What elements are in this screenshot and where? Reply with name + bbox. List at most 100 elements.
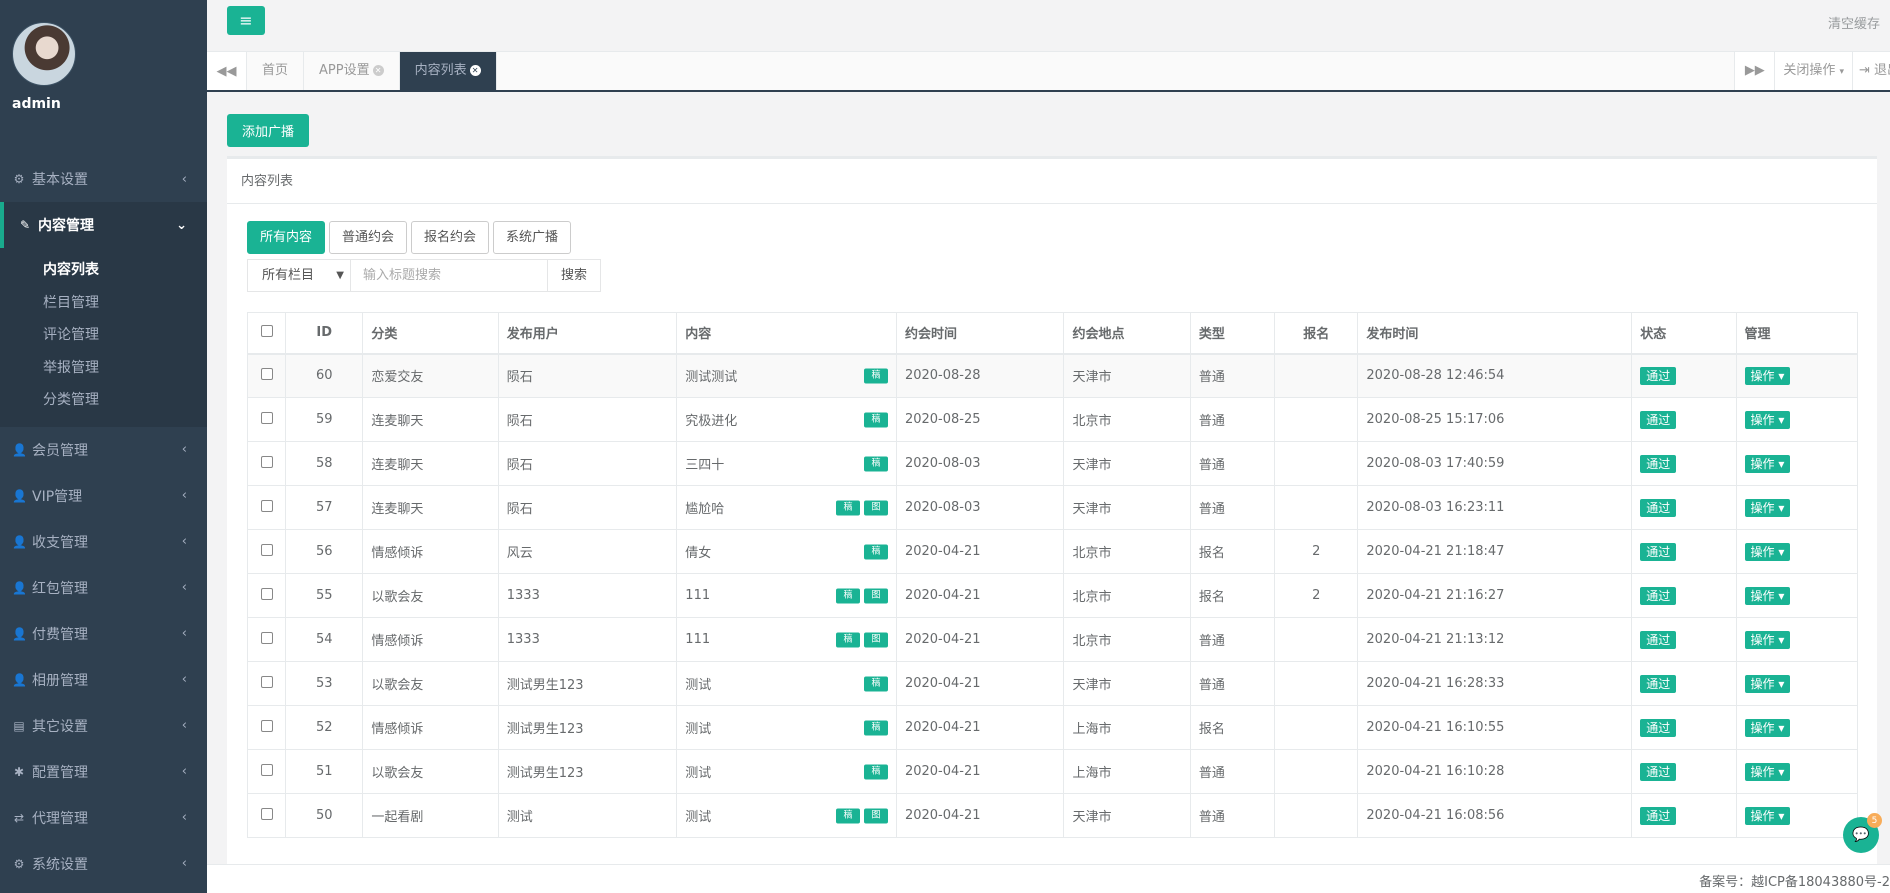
date-cell: 2020-04-21	[895, 749, 1065, 794]
sidebar-item-label: 收支管理	[32, 534, 88, 551]
operation-dropdown-button[interactable]: 操作 ▾	[1744, 455, 1791, 473]
close-ops-dropdown[interactable]: 关闭操作 ▾	[1774, 52, 1852, 90]
content-title[interactable]: 111	[685, 588, 710, 603]
content-title[interactable]: 究极进化	[685, 414, 737, 429]
row-checkbox[interactable]	[260, 763, 273, 776]
sidebar-item-11[interactable]: ⚙ 系统设置 ‹	[0, 841, 207, 887]
row-checkbox[interactable]	[260, 367, 273, 380]
operation-dropdown-button[interactable]: 操作 ▾	[1744, 631, 1791, 649]
filter-button-1[interactable]: 普通约会	[329, 221, 408, 254]
operation-dropdown-button[interactable]: 操作 ▾	[1744, 763, 1791, 781]
operation-dropdown-button[interactable]: 操作 ▾	[1744, 807, 1791, 825]
status-badge[interactable]: 通过	[1640, 719, 1677, 737]
sidebar-item-1[interactable]: ✎ 内容管理 ⌄	[0, 202, 207, 248]
operation-label: 操作	[1750, 721, 1775, 735]
chevron-left-icon: ‹	[181, 764, 187, 779]
content-badge: 稿	[863, 368, 888, 384]
tab-0[interactable]: 首页	[247, 52, 305, 90]
caret-down-icon: ▾	[1774, 413, 1785, 427]
content-title[interactable]: 测试	[685, 766, 711, 781]
filter-button-3[interactable]: 系统广播	[493, 221, 572, 254]
sidebar-item-10[interactable]: ⇄ 代理管理 ‹	[0, 795, 207, 841]
row-checkbox[interactable]	[260, 499, 273, 512]
tab-2[interactable]: 内容列表 ✕	[399, 52, 497, 90]
row-checkbox[interactable]	[260, 411, 273, 424]
content-table: ID 分类 发布用户 内容 约会时间 约会地点 类型 报名 发布时间 状态 管理 60 恋爱交友 陨石测…	[246, 312, 1859, 838]
select-all-checkbox[interactable]	[260, 324, 273, 337]
sidebar-item-0[interactable]: ⚙ 基本设置 ‹	[0, 156, 207, 202]
tabs-scroll-left-button[interactable]: ◀◀	[207, 52, 247, 90]
row-checkbox[interactable]	[260, 455, 273, 468]
status-badge[interactable]: 通过	[1640, 543, 1677, 561]
operation-dropdown-button[interactable]: 操作 ▾	[1744, 499, 1791, 517]
sidebar-subitem-2[interactable]: 评论管理	[0, 319, 207, 352]
sidebar-item-7[interactable]: 👤 相册管理 ‹	[0, 657, 207, 703]
status-badge[interactable]: 通过	[1640, 675, 1677, 693]
username[interactable]: admin	[12, 96, 207, 112]
chevron-left-icon: ‹	[181, 442, 187, 457]
row-checkbox[interactable]	[260, 543, 273, 556]
add-broadcast-button[interactable]: 添加广播	[227, 114, 309, 147]
double-left-icon: ◀◀	[216, 63, 237, 79]
sidebar-item-3[interactable]: 👤 VIP管理 ‹	[0, 473, 207, 519]
sidebar-item-6[interactable]: 👤 付费管理 ‹	[0, 611, 207, 657]
content-title[interactable]: 测试	[685, 678, 711, 693]
sidebar-subitem-4[interactable]: 分类管理	[0, 384, 207, 417]
sidebar-item-2[interactable]: 👤 会员管理 ‹	[0, 427, 207, 473]
sidebar-subitem-0[interactable]: 内容列表	[0, 254, 207, 287]
close-icon[interactable]: ✕	[469, 65, 481, 76]
status-badge[interactable]: 通过	[1640, 631, 1677, 649]
filter-button-0[interactable]: 所有内容	[247, 221, 326, 254]
content-title[interactable]: 尴尬哈	[685, 502, 724, 517]
id-cell: 54	[285, 617, 364, 662]
chat-button[interactable]: 💬 5	[1843, 813, 1882, 853]
sidebar-subitem-3[interactable]: 举报管理	[0, 352, 207, 385]
content-title[interactable]: 测试测试	[685, 370, 737, 385]
sidebar-item-5[interactable]: 👤 红包管理 ‹	[0, 565, 207, 611]
user-icon: 👤	[12, 442, 27, 457]
sidebar-item-9[interactable]: ✱ 配置管理 ‹	[0, 749, 207, 795]
operation-dropdown-button[interactable]: 操作 ▾	[1744, 719, 1791, 737]
close-icon[interactable]: ✕	[372, 65, 384, 76]
category-select[interactable]: 所有栏目 ▼	[247, 259, 351, 292]
operation-dropdown-button[interactable]: 操作 ▾	[1744, 675, 1791, 693]
status-badge[interactable]: 通过	[1640, 411, 1677, 429]
filter-button-2[interactable]: 报名约会	[411, 221, 490, 254]
clear-cache-link[interactable]: 清空缓存	[1828, 13, 1880, 32]
tabs-scroll-right-button[interactable]: ▶▶	[1734, 52, 1775, 90]
row-checkbox[interactable]	[260, 587, 273, 600]
content-title[interactable]: 测试	[685, 722, 711, 737]
row-checkbox[interactable]	[260, 719, 273, 732]
status-badge[interactable]: 通过	[1640, 455, 1677, 473]
title-search-input[interactable]: 输入标题搜索	[351, 259, 548, 292]
tab-1[interactable]: APP设置 ✕	[304, 52, 400, 90]
status-badge[interactable]: 通过	[1640, 587, 1677, 605]
menu-toggle-button[interactable]: ≡	[227, 6, 265, 35]
operation-dropdown-button[interactable]: 操作 ▾	[1744, 587, 1791, 605]
row-checkbox[interactable]	[260, 631, 273, 644]
search-button[interactable]: 搜索	[548, 259, 601, 292]
logout-button[interactable]: ⇥ 退出	[1852, 52, 1890, 90]
content-title[interactable]: 111	[685, 632, 710, 647]
avatar[interactable]	[12, 22, 76, 86]
sidebar: admin ⚙ 基本设置 ‹ ✎ 内容管理 ⌄ 内容列表 栏目管理 评论管理 举报管理 分类管理 👤 会…	[0, 0, 207, 893]
content-badge: 图	[863, 632, 888, 647]
status-badge[interactable]: 通过	[1640, 807, 1677, 825]
operation-dropdown-button[interactable]: 操作 ▾	[1744, 411, 1791, 429]
date-cell: 2020-04-21	[895, 573, 1065, 618]
status-badge[interactable]: 通过	[1640, 763, 1677, 781]
logout-label: 退出	[1874, 63, 1890, 78]
status-badge[interactable]: 通过	[1640, 499, 1677, 517]
content-title[interactable]: 三四十	[685, 458, 724, 473]
sidebar-item-8[interactable]: ▤ 其它设置 ‹	[0, 703, 207, 749]
operation-dropdown-button[interactable]: 操作 ▾	[1744, 543, 1791, 561]
content-title[interactable]: 测试	[685, 810, 711, 825]
operation-dropdown-button[interactable]: 操作 ▾	[1744, 367, 1791, 386]
sidebar-item-4[interactable]: 👤 收支管理 ‹	[0, 519, 207, 565]
content-title[interactable]: 倩女	[685, 546, 711, 561]
status-badge[interactable]: 通过	[1640, 367, 1677, 386]
row-checkbox[interactable]	[260, 675, 273, 688]
hamburger-icon: ≡	[239, 11, 253, 30]
sidebar-subitem-1[interactable]: 栏目管理	[0, 287, 207, 320]
row-checkbox[interactable]	[260, 807, 273, 820]
